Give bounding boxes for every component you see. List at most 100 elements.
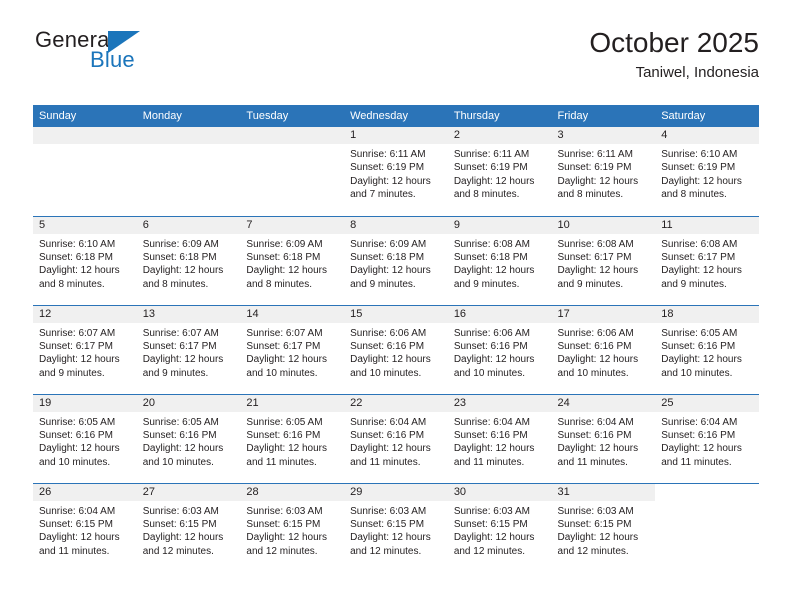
sunset-text: Sunset: 6:16 PM (453, 340, 528, 352)
daylight-text-line2: and 12 minutes. (557, 545, 629, 557)
daylight-text-line2: and 10 minutes. (142, 456, 214, 468)
day-number: 7 (240, 216, 345, 234)
daylight-text-line2: and 11 minutes. (453, 456, 525, 468)
daylight-text-line1: Daylight: 12 hours (246, 354, 328, 366)
daylight-text-line1: Daylight: 12 hours (661, 175, 742, 187)
calendar-day-cell[interactable]: 29 Sunrise: 6:03 AM Sunset: 6:15 PM Dayligh… (344, 482, 448, 572)
day-number: 17 (551, 305, 656, 323)
day-number: 13 (136, 305, 241, 323)
day-info: Sunrise: 6:04 AM Sunset: 6:16 PM Daylight:… (344, 412, 448, 470)
day-number: 6 (136, 216, 241, 234)
general-blue-logo[interactable]: General Blue (33, 26, 233, 86)
sunset-text: Sunset: 6:15 PM (39, 518, 113, 530)
calendar-day-cell[interactable]: 27 Sunrise: 6:03 AM Sunset: 6:15 PM Dayligh… (136, 482, 241, 572)
calendar-day-cell[interactable]: 1 Sunrise: 6:11 AM Sunset: 6:19 PM Daylight… (344, 127, 448, 216)
day-info: Sunrise: 6:07 AM Sunset: 6:17 PM Daylight:… (137, 323, 241, 381)
day-info: Sunrise: 6:11 AM Sunset: 6:19 PM Daylight:… (448, 144, 552, 202)
calendar-day-cell[interactable]: 9 Sunrise: 6:08 AM Sunset: 6:18 PM Daylight… (447, 215, 552, 305)
calendar-day-cell[interactable]: 4 Sunrise: 6:10 AM Sunset: 6:19 PM Daylight… (655, 127, 759, 216)
calendar-page: General Blue October 2025 Taniwel, Indon… (0, 0, 792, 612)
calendar-day-cell[interactable]: 23 Sunrise: 6:04 AM Sunset: 6:16 PM Dayligh… (447, 393, 552, 483)
sunrise-text: Sunrise: 6:11 AM (557, 149, 633, 160)
sunset-text: Sunset: 6:16 PM (661, 429, 736, 441)
daylight-text-line1: Daylight: 12 hours (39, 354, 120, 366)
day-number (33, 127, 137, 144)
daylight-text-line2: and 12 minutes. (350, 545, 422, 557)
calendar-day-cell[interactable]: 7 Sunrise: 6:09 AM Sunset: 6:18 PM Daylight… (240, 215, 345, 305)
calendar-day-cell[interactable]: 3 Sunrise: 6:11 AM Sunset: 6:19 PM Daylight… (551, 127, 656, 216)
sunrise-text: Sunrise: 6:06 AM (350, 327, 427, 339)
calendar-day-cell[interactable]: 18 Sunrise: 6:05 AM Sunset: 6:16 PM Dayligh… (655, 304, 759, 394)
day-number: 12 (33, 305, 137, 323)
day-number: 4 (655, 127, 759, 144)
calendar-day-cell[interactable]: 22 Sunrise: 6:04 AM Sunset: 6:16 PM Dayligh… (344, 393, 448, 483)
sunrise-text: Sunrise: 6:04 AM (39, 505, 116, 517)
daylight-text-line1: Daylight: 12 hours (142, 354, 224, 366)
sunrise-text: Sunrise: 6:03 AM (142, 505, 219, 517)
day-info: Sunrise: 6:04 AM Sunset: 6:15 PM Daylight:… (33, 501, 137, 559)
calendar-day-cell[interactable]: 2 Sunrise: 6:11 AM Sunset: 6:19 PM Daylight… (447, 127, 552, 216)
daylight-text-line2: and 11 minutes. (661, 456, 732, 468)
calendar-day-cell[interactable]: 16 Sunrise: 6:06 AM Sunset: 6:16 PM Dayligh… (447, 304, 552, 394)
calendar-day-cell[interactable]: 15 Sunrise: 6:06 AM Sunset: 6:16 PM Dayligh… (344, 304, 448, 394)
sunrise-text: Sunrise: 6:03 AM (557, 505, 634, 517)
calendar-day-cell[interactable]: 20 Sunrise: 6:05 AM Sunset: 6:16 PM Dayligh… (136, 393, 241, 483)
day-info: Sunrise: 6:10 AM Sunset: 6:19 PM Daylight:… (655, 144, 759, 202)
sunset-text: Sunset: 6:15 PM (453, 518, 528, 530)
daylight-text-line1: Daylight: 12 hours (246, 532, 328, 544)
daylight-text-line2: and 8 minutes. (557, 189, 624, 201)
sunrise-text: Sunrise: 6:09 AM (142, 238, 219, 250)
daylight-text-line1: Daylight: 12 hours (557, 175, 639, 187)
calendar-day-cell[interactable]: 21 Sunrise: 6:05 AM Sunset: 6:16 PM Dayligh… (240, 393, 345, 483)
calendar-day-cell[interactable]: 26 Sunrise: 6:04 AM Sunset: 6:15 PM Dayligh… (33, 482, 137, 572)
calendar-day-cell[interactable]: 17 Sunrise: 6:06 AM Sunset: 6:16 PM Dayligh… (551, 304, 656, 394)
daylight-text-line1: Daylight: 12 hours (453, 265, 535, 277)
sunset-text: Sunset: 6:16 PM (350, 429, 425, 441)
day-info: Sunrise: 6:06 AM Sunset: 6:16 PM Daylight:… (448, 323, 552, 381)
calendar-day-cell[interactable]: 13 Sunrise: 6:07 AM Sunset: 6:17 PM Dayligh… (136, 304, 241, 394)
sunset-text: Sunset: 6:18 PM (246, 251, 321, 263)
calendar-week-row: 26 Sunrise: 6:04 AM Sunset: 6:15 PM Dayligh… (33, 482, 759, 572)
page-title: October 2025 (589, 27, 759, 58)
day-info: Sunrise: 6:09 AM Sunset: 6:18 PM Daylight:… (240, 234, 344, 292)
day-number: 25 (655, 394, 759, 412)
calendar-grid: Sunday Monday Tuesday Wednesday Thursday… (33, 105, 759, 572)
calendar-day-cell[interactable]: 8 Sunrise: 6:09 AM Sunset: 6:18 PM Daylight… (344, 215, 448, 305)
daylight-text-line2: and 12 minutes. (246, 545, 318, 557)
calendar-day-cell[interactable]: 28 Sunrise: 6:03 AM Sunset: 6:15 PM Dayligh… (240, 482, 345, 572)
daylight-text-line2: and 10 minutes. (557, 367, 629, 379)
page-header: General Blue October 2025 Taniwel, Indon… (33, 26, 759, 96)
calendar-day-cell[interactable]: 30 Sunrise: 6:03 AM Sunset: 6:15 PM Dayligh… (447, 482, 552, 572)
weekday-header-sunday: Sunday (33, 105, 137, 127)
sunset-text: Sunset: 6:16 PM (557, 429, 632, 441)
sunset-text: Sunset: 6:16 PM (557, 340, 632, 352)
calendar-day-cell[interactable]: 24 Sunrise: 6:04 AM Sunset: 6:16 PM Dayligh… (551, 393, 656, 483)
calendar-body: 1 Sunrise: 6:11 AM Sunset: 6:19 PM Daylight… (33, 127, 759, 572)
page-subtitle-location: Taniwel, Indonesia (635, 63, 759, 81)
sunrise-text: Sunrise: 6:06 AM (453, 327, 530, 339)
sunrise-text: Sunrise: 6:03 AM (246, 505, 323, 517)
calendar-day-cell[interactable]: 6 Sunrise: 6:09 AM Sunset: 6:18 PM Daylight… (136, 215, 241, 305)
sunset-text: Sunset: 6:17 PM (39, 340, 113, 352)
sunset-text: Sunset: 6:16 PM (350, 340, 425, 352)
day-number: 9 (447, 216, 552, 234)
calendar-day-cell[interactable]: 11 Sunrise: 6:08 AM Sunset: 6:17 PM Dayligh… (655, 215, 759, 305)
sunrise-text: Sunrise: 6:09 AM (350, 238, 427, 250)
daylight-text-line2: and 9 minutes. (350, 278, 416, 290)
calendar-day-cell[interactable]: 31 Sunrise: 6:03 AM Sunset: 6:15 PM Dayligh… (551, 482, 656, 572)
calendar-day-cell[interactable]: 12 Sunrise: 6:07 AM Sunset: 6:17 PM Dayligh… (33, 304, 137, 394)
day-number (240, 127, 345, 144)
daylight-text-line2: and 9 minutes. (39, 367, 105, 379)
calendar-day-cell[interactable]: 10 Sunrise: 6:08 AM Sunset: 6:17 PM Dayligh… (551, 215, 656, 305)
day-number: 3 (551, 127, 656, 144)
calendar-day-cell[interactable]: 19 Sunrise: 6:05 AM Sunset: 6:16 PM Dayligh… (33, 393, 137, 483)
sunset-text: Sunset: 6:17 PM (557, 251, 632, 263)
calendar-day-cell[interactable]: 25 Sunrise: 6:04 AM Sunset: 6:16 PM Dayligh… (655, 393, 759, 483)
daylight-text-line2: and 8 minutes. (453, 189, 520, 201)
calendar-day-cell[interactable]: 14 Sunrise: 6:07 AM Sunset: 6:17 PM Dayligh… (240, 304, 345, 394)
daylight-text-line1: Daylight: 12 hours (246, 265, 328, 277)
weekday-header-tuesday: Tuesday (240, 105, 345, 127)
calendar-day-cell[interactable]: 5 Sunrise: 6:10 AM Sunset: 6:18 PM Daylight… (33, 215, 137, 305)
sunset-text: Sunset: 6:15 PM (142, 518, 217, 530)
sunrise-text: Sunrise: 6:06 AM (557, 327, 634, 339)
